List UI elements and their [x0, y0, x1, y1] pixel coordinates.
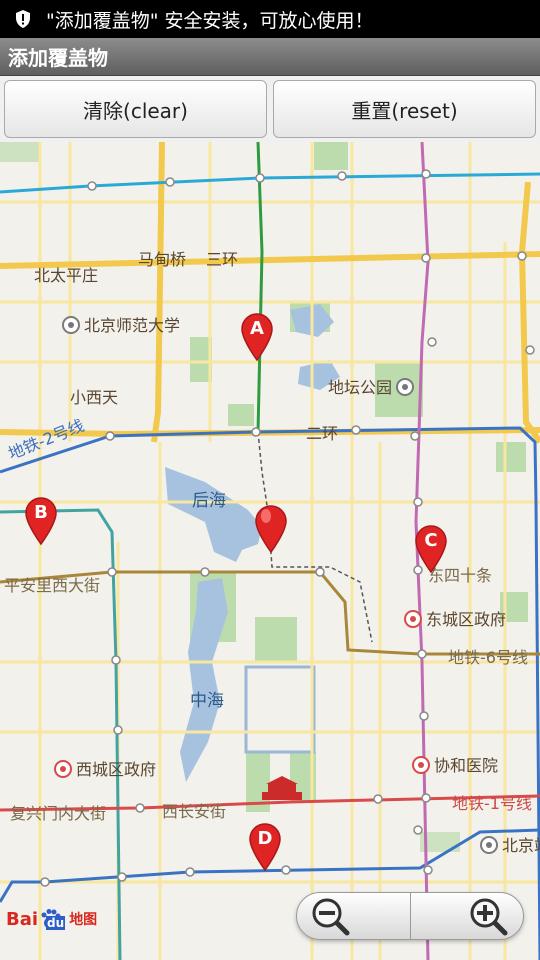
- install-toast: "添加覆盖物" 安全安装，可放心使用！: [0, 0, 540, 38]
- label-ditan: 地坛公园: [328, 378, 393, 397]
- app-title-bar: 添加覆盖物: [0, 38, 540, 76]
- zoom-out-icon: [312, 898, 350, 936]
- logo-du: du: [46, 916, 66, 930]
- metro-line-13: [0, 172, 540, 194]
- logo-bai: Bai: [6, 908, 39, 930]
- label-fuxingmen: 复兴门内大街: [10, 804, 107, 823]
- marker-d-letter: D: [257, 828, 273, 849]
- shield-icon: [16, 10, 30, 28]
- label-pinganli: 平安里西大街: [4, 576, 101, 595]
- marker-a-letter: A: [250, 318, 264, 339]
- label-xiehe: 协和医院: [434, 756, 499, 775]
- marker-b[interactable]: B: [24, 496, 58, 546]
- zoom-in-icon: [470, 898, 508, 936]
- label-line6: 地铁-6号线: [448, 648, 528, 667]
- map-areas: [0, 142, 528, 852]
- label-line1: 地铁-1号线: [452, 794, 532, 813]
- poi-dongcheng[interactable]: 东城区政府: [404, 606, 506, 630]
- baidu-logo: Bai du 地图: [6, 908, 97, 930]
- government-icon: [404, 610, 422, 628]
- logo-ditu: 地图: [69, 912, 98, 928]
- map-pin-icon: [255, 505, 287, 554]
- marker-c-letter: C: [424, 530, 438, 551]
- map-view[interactable]: 马甸桥 三环 北太平庄 北京师范大学 小西天 地坛公园 二环 地铁-2号线 后海…: [0, 142, 540, 960]
- poi-beijing-station[interactable]: 北京站: [480, 832, 540, 856]
- metro-line-8: [256, 142, 264, 433]
- label-xichangan: 西长安街: [162, 802, 227, 821]
- app-title: 添加覆盖物: [8, 46, 108, 70]
- hospital-icon: [412, 756, 430, 774]
- marker-a[interactable]: A: [240, 312, 274, 362]
- zoom-in-button[interactable]: [411, 893, 524, 939]
- poi-xicheng[interactable]: 西城区政府: [54, 756, 156, 780]
- label-zhonghai: 中海: [190, 691, 224, 711]
- poi-bnu[interactable]: 北京师范大学: [62, 312, 180, 336]
- toast-text: "添加覆盖物" 安全安装，可放心使用！: [46, 9, 374, 32]
- reset-button[interactable]: 重置(reset): [273, 80, 536, 138]
- label-beitaipingzhuang: 北太平庄: [34, 266, 99, 285]
- label-houhai: 后海: [192, 491, 226, 511]
- university-icon: [62, 316, 80, 334]
- label-bnu: 北京师范大学: [84, 316, 181, 335]
- label-beijing-station: 北京站: [502, 836, 540, 855]
- label-dongcheng: 东城区政府: [426, 610, 507, 629]
- label-erhuan: 二环: [306, 424, 339, 443]
- poi-xiehe[interactable]: 协和医院: [412, 752, 498, 776]
- label-madianqiao: 马甸桥: [138, 250, 187, 269]
- label-sanhuan-top: 三环: [206, 250, 239, 269]
- button-bar: 清除(clear) 重置(reset): [0, 76, 540, 142]
- label-xiaoxitian: 小西天: [70, 388, 119, 407]
- marker-center[interactable]: [254, 504, 288, 554]
- government-icon: [54, 760, 72, 778]
- park-icon: [396, 378, 415, 396]
- marker-d[interactable]: D: [248, 822, 282, 872]
- marker-c[interactable]: C: [414, 524, 448, 574]
- clear-button[interactable]: 清除(clear): [4, 80, 267, 138]
- marker-b-letter: B: [34, 502, 48, 523]
- zoom-controls: [296, 892, 524, 940]
- zoom-out-button[interactable]: [297, 893, 411, 939]
- poi-ditan[interactable]: 地坛公园: [328, 374, 418, 398]
- train-station-icon: [480, 836, 498, 854]
- label-xicheng: 西城区政府: [76, 760, 157, 779]
